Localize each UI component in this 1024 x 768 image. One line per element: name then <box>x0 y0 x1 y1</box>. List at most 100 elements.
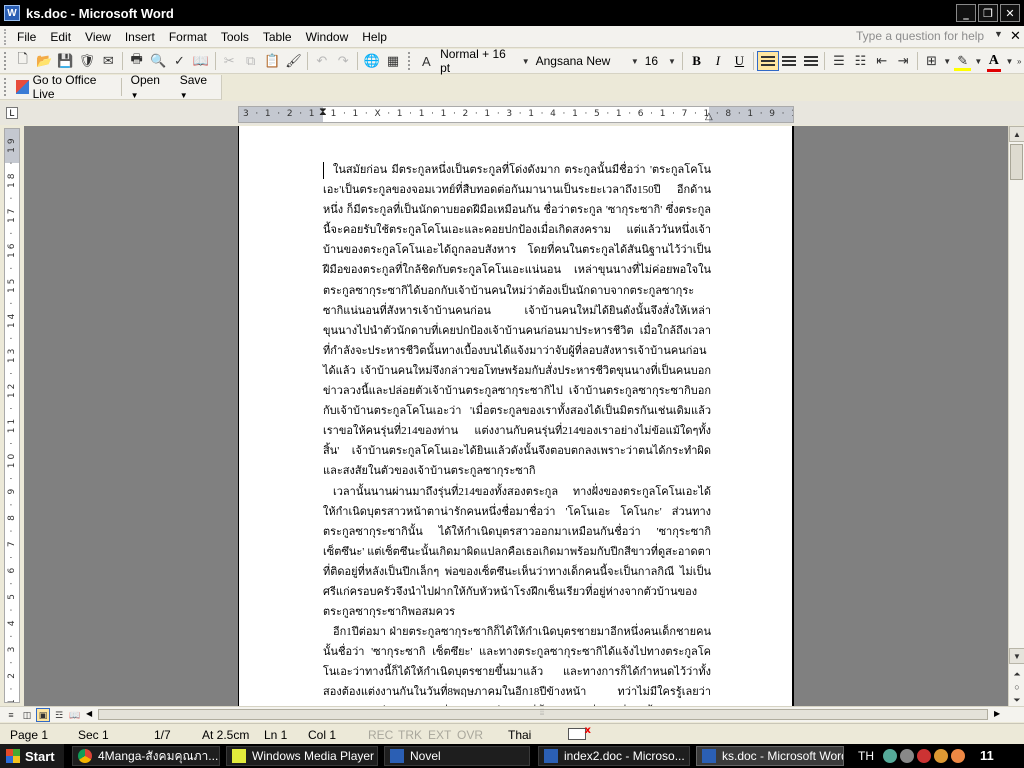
language-indicator[interactable]: TH <box>858 749 880 763</box>
toolbar-grip[interactable] <box>4 52 8 70</box>
align-center-button[interactable] <box>779 51 800 71</box>
bullets-icon[interactable]: ☷ <box>850 51 871 71</box>
font-size-dropdown[interactable]: 16 ▼ <box>642 52 679 70</box>
reading-layout-icon[interactable]: 📖 <box>68 708 82 722</box>
undo-icon[interactable]: ↶ <box>311 51 332 71</box>
tray-network-icon[interactable] <box>883 749 897 763</box>
underline-button[interactable]: U <box>729 51 750 71</box>
document-page[interactable]: ในสมัยก่อน มีตระกูลหนึ่งเป็นตระกูลที่โด่… <box>238 126 794 706</box>
tab-selector-icon[interactable]: L <box>6 107 18 119</box>
print-layout-icon[interactable]: ▣ <box>36 708 50 722</box>
status-page-count[interactable]: 1/7 <box>154 728 171 742</box>
menu-edit[interactable]: Edit <box>43 30 78 44</box>
help-dropdown-icon[interactable]: ▼ <box>994 29 1003 39</box>
menu-file[interactable]: File <box>10 30 43 44</box>
status-trk[interactable]: TRK <box>398 728 422 742</box>
taskbar-item-media-player[interactable]: Windows Media Player <box>226 746 378 766</box>
tray-messenger-icon[interactable] <box>951 749 965 763</box>
menu-tools[interactable]: Tools <box>214 30 256 44</box>
copy-icon[interactable]: ⧉ <box>240 51 261 71</box>
toolbar-grip[interactable] <box>407 52 412 70</box>
paragraph[interactable]: เวลานั้นนานผ่านมาถึงรุ่นที่214ของทั้งสอง… <box>323 482 711 623</box>
status-column[interactable]: Col 1 <box>308 728 336 742</box>
open-folder-icon[interactable]: 📂 <box>33 51 54 71</box>
horizontal-ruler[interactable]: 3 · 1 · 2 · 1 · 1 · 1 · X · 1 · 1 · 1 · … <box>238 106 794 123</box>
status-rec[interactable]: REC <box>368 728 393 742</box>
normal-view-icon[interactable]: ≡ <box>4 708 18 722</box>
borders-icon[interactable]: ⊞ <box>921 51 942 71</box>
open-menu-button[interactable]: Open ▼ <box>125 73 174 101</box>
paragraph[interactable]: อีก1ปีต่อมา ฝ่ายตระกูลซากุระซากิก็ได้ให้… <box>323 622 711 706</box>
save-icon[interactable]: 💾 <box>55 51 76 71</box>
tray-update-icon[interactable] <box>934 749 948 763</box>
scroll-down-icon[interactable]: ▼ <box>1009 648 1024 664</box>
status-line[interactable]: Ln 1 <box>264 728 287 742</box>
style-dropdown[interactable]: Normal + 16 pt ▼ <box>437 47 533 75</box>
research-icon[interactable]: 📖 <box>190 51 211 71</box>
align-left-button[interactable] <box>757 51 779 71</box>
spelling-status-icon[interactable] <box>568 725 591 743</box>
document-area[interactable]: ในสมัยก่อน มีตระกูลหนึ่งเป็นตระกูลที่โด่… <box>24 126 1008 706</box>
right-indent-icon[interactable]: △ <box>705 111 713 122</box>
vertical-scrollbar[interactable]: ▲ ▼ ⏶ ○ ⏷ <box>1008 126 1024 706</box>
scroll-left-icon[interactable]: ◀ <box>86 709 92 718</box>
cut-icon[interactable]: ✂ <box>219 51 240 71</box>
paragraph[interactable]: ในสมัยก่อน มีตระกูลหนึ่งเป็นตระกูลที่โด่… <box>323 160 711 482</box>
taskbar-item-browser[interactable]: 4Manga-สังคมคุณภา... <box>72 746 220 766</box>
vertical-ruler[interactable]: 1 · 2 · 3 · 4 · 5 · 6 · 7 · 8 · 9 · 10 ·… <box>4 128 20 703</box>
status-ext[interactable]: EXT <box>428 728 451 742</box>
status-ovr[interactable]: OVR <box>457 728 483 742</box>
numbering-icon[interactable]: ☰ <box>828 51 849 71</box>
word-app-icon[interactable]: W <box>4 5 20 21</box>
font-dropdown[interactable]: Angsana New ▼ <box>533 52 642 70</box>
styles-icon[interactable]: A <box>416 51 437 71</box>
decrease-indent-icon[interactable]: ⇤ <box>871 51 892 71</box>
taskbar-item-ks-doc[interactable]: ks.doc - Microsoft Word <box>696 746 844 766</box>
scroll-right-icon[interactable]: ▶ <box>994 709 1000 718</box>
print-icon[interactable]: 🖶 <box>126 51 147 71</box>
menu-table[interactable]: Table <box>256 30 299 44</box>
print-preview-icon[interactable]: 🔍 <box>147 51 168 71</box>
menu-format[interactable]: Format <box>162 30 214 44</box>
status-language[interactable]: Thai <box>508 728 531 742</box>
outline-view-icon[interactable]: ☲ <box>52 708 66 722</box>
hyperlink-icon[interactable]: 🌐 <box>361 51 382 71</box>
taskbar-clock[interactable]: 11 <box>980 748 994 763</box>
email-icon[interactable]: ✉ <box>98 51 119 71</box>
new-document-icon[interactable]: 🗋 <box>12 51 33 71</box>
status-section[interactable]: Sec 1 <box>78 728 109 742</box>
permission-icon[interactable]: 🛡 <box>76 51 97 71</box>
bold-button[interactable]: B <box>686 51 707 71</box>
save-menu-button[interactable]: Save ▼ <box>174 73 221 101</box>
highlight-dropdown-icon[interactable]: ▼ <box>973 51 983 71</box>
borders-dropdown-icon[interactable]: ▼ <box>942 51 952 71</box>
table-icon[interactable]: ▦ <box>382 51 403 71</box>
close-icon[interactable]: ✕ <box>1000 4 1020 22</box>
menu-help[interactable]: Help <box>355 30 394 44</box>
help-question-input[interactable]: Type a question for help <box>856 29 1004 45</box>
menu-window[interactable]: Window <box>299 30 356 44</box>
vertical-scroll-thumb[interactable] <box>1010 144 1023 180</box>
increase-indent-icon[interactable]: ⇥ <box>893 51 914 71</box>
font-color-dropdown-icon[interactable]: ▼ <box>1005 51 1015 71</box>
go-to-office-live-button[interactable]: Go to Office Live <box>12 73 118 101</box>
redo-icon[interactable]: ↷ <box>333 51 354 71</box>
first-line-indent-icon[interactable]: ⧗ <box>319 107 327 119</box>
spelling-icon[interactable]: ✓ <box>169 51 190 71</box>
highlight-icon[interactable]: ✎ <box>952 51 973 71</box>
web-layout-icon[interactable]: ◫ <box>20 708 34 722</box>
format-painter-icon[interactable]: 🖌 <box>283 51 304 71</box>
status-page[interactable]: Page 1 <box>10 728 48 742</box>
menu-view[interactable]: View <box>78 30 118 44</box>
toolbar-options-icon[interactable]: » <box>1014 51 1024 71</box>
status-position[interactable]: At 2.5cm <box>202 728 249 742</box>
close-document-icon[interactable]: ✕ <box>1010 28 1021 44</box>
menu-insert[interactable]: Insert <box>118 30 162 44</box>
font-color-button[interactable]: A <box>983 51 1004 72</box>
start-button[interactable]: Start <box>0 744 64 768</box>
italic-button[interactable]: I <box>707 51 728 71</box>
tray-security-icon[interactable] <box>917 749 931 763</box>
scroll-up-icon[interactable]: ▲ <box>1009 126 1024 142</box>
toolbar-grip[interactable] <box>4 78 8 96</box>
restore-icon[interactable]: ❐ <box>978 4 998 22</box>
